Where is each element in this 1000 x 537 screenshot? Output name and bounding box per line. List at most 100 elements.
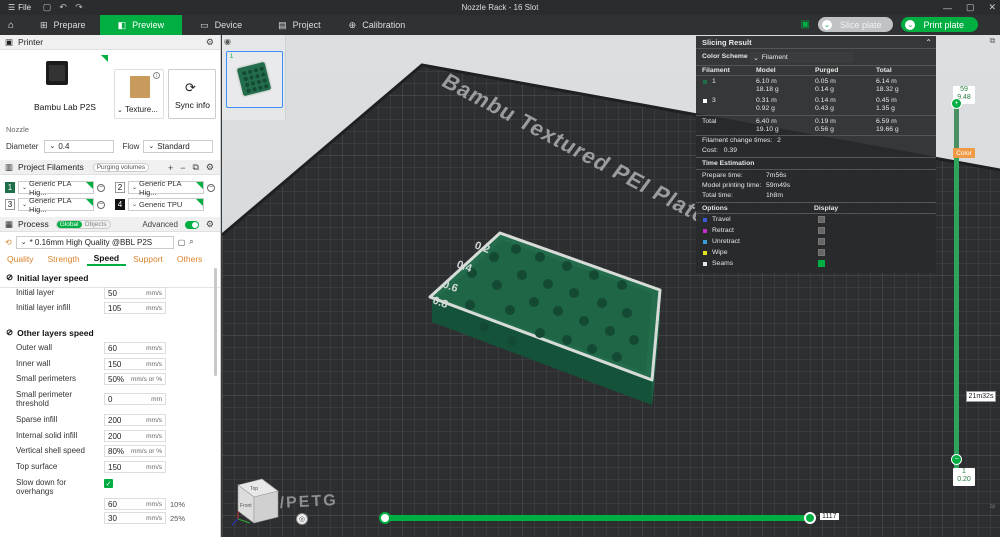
option-unretract-checkbox[interactable] xyxy=(818,238,825,245)
minimize-icon[interactable]: — xyxy=(943,3,952,13)
camera-reset-icon[interactable]: ◎ xyxy=(296,513,308,525)
export-icon[interactable]: ▣ xyxy=(800,19,809,30)
filament-4-color[interactable]: 4 xyxy=(115,199,125,210)
objects-toggle[interactable]: Objects xyxy=(82,221,110,228)
slice-plate-button[interactable]: ⌄ Slice plate xyxy=(817,17,894,32)
collapse-panel-icon[interactable]: ⌃ xyxy=(925,38,932,47)
global-objects-toggle[interactable]: Global Objects xyxy=(55,219,111,229)
slice-dropdown-icon[interactable]: ⌄ xyxy=(821,19,832,30)
inner-wall-input[interactable]: 150 mm/s xyxy=(104,358,166,370)
filaments-section-header[interactable]: ▥ Project Filaments Purging volumes + − … xyxy=(0,160,220,175)
small-perimeter-threshold-input[interactable]: 0 mm xyxy=(104,393,166,405)
layer-slider-top-thumb[interactable]: + xyxy=(951,98,962,109)
plate-type-card[interactable]: i ⌄ Texture... xyxy=(114,69,164,119)
process-settings-icon[interactable]: ⚙ xyxy=(206,219,214,230)
tab-prepare[interactable]: ⊞ Prepare xyxy=(26,15,100,35)
tab-project[interactable]: ▤ Project xyxy=(260,15,339,35)
advanced-switch[interactable] xyxy=(184,220,199,229)
filament-slot-2[interactable]: 2 ⌄ Generic PLA Hig... − xyxy=(115,179,215,197)
save-preset-icon[interactable]: ▢ xyxy=(178,238,186,247)
add-filament-icon[interactable]: + xyxy=(168,163,173,173)
initial-infill-input[interactable]: 105 mm/s xyxy=(104,302,166,314)
save-icon[interactable]: ▢ xyxy=(39,2,55,13)
global-toggle[interactable]: Global xyxy=(56,220,82,228)
filament-slot-4[interactable]: 4 ⌄ Generic TPU xyxy=(115,198,204,211)
filament-3-color[interactable]: 3 xyxy=(5,199,15,210)
internal-solid-infill-input[interactable]: 200 mm/s xyxy=(104,430,166,442)
purging-volumes-button[interactable]: Purging volumes xyxy=(92,162,150,172)
undo-icon[interactable]: ↶ xyxy=(55,2,71,13)
eye-icon[interactable]: ◉ xyxy=(224,37,231,46)
option-seams-checkbox[interactable] xyxy=(818,260,825,267)
print-plate-button[interactable]: ⌄ Print plate xyxy=(901,17,978,32)
diameter-select[interactable]: ⌄ 0.4 xyxy=(44,139,115,153)
cube-front-label: Front xyxy=(240,503,252,509)
layer-slider[interactable] xyxy=(954,103,959,478)
view-settings-icon[interactable]: ≋ xyxy=(989,502,996,511)
filament-1-select[interactable]: ⌄ Generic PLA Hig... xyxy=(18,179,94,197)
info-icon[interactable]: i xyxy=(153,72,160,79)
maximize-icon[interactable]: ▢ xyxy=(966,2,975,13)
tab-support[interactable]: Support xyxy=(126,252,170,266)
remove-filament-1-icon[interactable]: − xyxy=(97,183,105,192)
params-scrollbar[interactable] xyxy=(214,268,217,376)
layer-slider-bottom-thumb[interactable]: − xyxy=(951,454,962,465)
color-scheme-select[interactable]: ⌄ Filament xyxy=(750,52,854,63)
slow-overhangs-checkbox[interactable]: ✓ xyxy=(104,479,113,488)
tab-speed[interactable]: Speed xyxy=(86,252,127,266)
view-cube[interactable]: Top Front xyxy=(228,473,284,529)
flow-select[interactable]: ⌄ Standard xyxy=(143,139,214,153)
move-slider[interactable] xyxy=(382,515,812,521)
plate-thumbnail[interactable]: 1 xyxy=(226,51,283,108)
tab-quality[interactable]: Quality xyxy=(0,252,40,266)
filament-slot-3[interactable]: 3 ⌄ Generic PLA Hig... − xyxy=(5,196,105,214)
move-slider-start[interactable] xyxy=(379,512,391,524)
printer-card[interactable]: Bambu Lab P2S xyxy=(4,53,110,119)
filament-3-select[interactable]: ⌄ Generic PLA Hig... xyxy=(18,196,94,214)
redo-icon[interactable]: ↷ xyxy=(71,2,87,13)
filament-1-color[interactable]: 1 xyxy=(5,182,15,193)
vertical-shell-input[interactable]: 80% mm/s or % xyxy=(104,445,166,457)
file-menu[interactable]: ☰ File xyxy=(0,3,39,12)
filament-2-color[interactable]: 2 xyxy=(115,182,125,193)
overhang-speed-2-input[interactable]: 30 mm/s xyxy=(104,512,166,524)
close-icon[interactable]: ✕ xyxy=(988,2,996,13)
tab-calibration[interactable]: ⊕ Calibration xyxy=(339,15,416,35)
print-dropdown-icon[interactable]: ⌄ xyxy=(905,19,916,30)
process-section-header[interactable]: ▦ Process Global Objects Advanced ⚙ xyxy=(0,217,220,232)
option-wipe-checkbox[interactable] xyxy=(818,249,825,256)
outer-wall-input[interactable]: 60 mm/s xyxy=(104,342,166,354)
filament-4-select[interactable]: ⌄ Generic TPU xyxy=(128,198,204,211)
initial-layer-group[interactable]: ⊘ Initial layer speed xyxy=(6,272,88,283)
filament-settings-icon[interactable]: ⚙ xyxy=(206,162,214,173)
tab-preview[interactable]: ◧ Preview xyxy=(99,15,183,35)
option-retract-checkbox[interactable] xyxy=(818,227,825,234)
search-icon[interactable]: ⌕ xyxy=(189,237,193,247)
overhang-speed-1-input[interactable]: 60 mm/s xyxy=(104,498,166,510)
small-perimeters-input[interactable]: 50% mm/s or % xyxy=(104,373,166,385)
other-layers-group[interactable]: ⊘ Other layers speed xyxy=(6,327,94,338)
sparse-infill-input[interactable]: 200 mm/s xyxy=(104,414,166,426)
header-filament: Filament xyxy=(702,67,730,74)
sync-filament-icon[interactable]: ⧉ xyxy=(192,162,198,173)
home-button[interactable]: ⌂ xyxy=(0,15,22,35)
remove-filament-3-icon[interactable]: − xyxy=(97,200,105,209)
printer-section-header[interactable]: ▣ Printer ⚙ xyxy=(0,35,220,50)
tab-device[interactable]: ▭ Device xyxy=(182,15,260,35)
filament-slot-1[interactable]: 1 ⌄ Generic PLA Hig... − xyxy=(5,179,105,197)
filament-2-select[interactable]: ⌄ Generic PLA Hig... xyxy=(128,179,204,197)
sync-info-button[interactable]: ⟳ Sync info xyxy=(168,69,216,119)
move-slider-thumb[interactable] xyxy=(804,512,816,524)
tab-strength[interactable]: Strength xyxy=(40,252,86,266)
remove-filament-icon[interactable]: − xyxy=(180,163,185,173)
remove-filament-2-icon[interactable]: − xyxy=(207,183,215,192)
layers-panel-icon[interactable]: ⧉ xyxy=(990,36,996,46)
top-surface-input[interactable]: 150 mm/s xyxy=(104,461,166,473)
printer-settings-icon[interactable]: ⚙ xyxy=(206,37,214,48)
initial-layer-input[interactable]: 50 mm/s xyxy=(104,287,166,299)
color-button[interactable]: Color xyxy=(953,148,975,158)
option-travel-checkbox[interactable] xyxy=(818,216,825,223)
tab-others[interactable]: Others xyxy=(170,252,210,266)
process-preset-select[interactable]: ⌄ * 0.16mm High Quality @BBL P2S xyxy=(15,235,174,249)
reset-icon[interactable]: ⟲ xyxy=(5,238,12,247)
